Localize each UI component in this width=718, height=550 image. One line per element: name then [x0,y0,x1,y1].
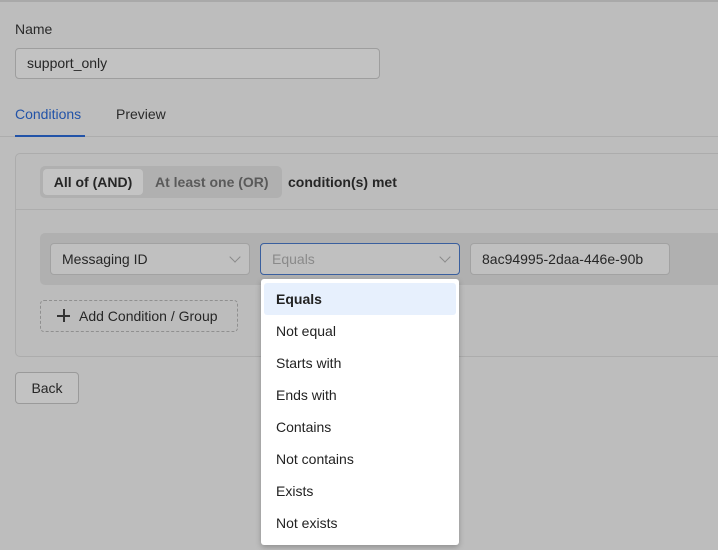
dropdown-option-contains[interactable]: Contains [264,411,456,443]
card-divider [16,209,718,210]
add-condition-label: Add Condition / Group [79,308,218,324]
plus-icon [57,309,70,322]
dropdown-option-ends-with[interactable]: Ends with [264,379,456,411]
logic-suffix-label: condition(s) met [288,174,397,190]
operator-dropdown-menu: Equals Not equal Starts with Ends with C… [261,279,459,545]
name-label: Name [15,21,53,37]
back-button[interactable]: Back [15,372,79,404]
name-input[interactable]: support_only [15,48,380,79]
dropdown-option-not-exists[interactable]: Not exists [264,507,456,539]
value-input[interactable]: 8ac94995-2daa-446e-90b [470,243,670,275]
dropdown-option-not-contains[interactable]: Not contains [264,443,456,475]
dropdown-option-exists[interactable]: Exists [264,475,456,507]
dropdown-option-starts-with[interactable]: Starts with [264,347,456,379]
field-select[interactable]: Messaging ID [50,243,250,275]
add-condition-button[interactable]: Add Condition / Group [40,300,238,332]
operator-select[interactable]: Equals [260,243,460,275]
rule-editor-page: Name support_only Conditions Preview All… [0,0,718,550]
dropdown-option-equals[interactable]: Equals [264,283,456,315]
field-select-value: Messaging ID [62,251,148,267]
tab-preview[interactable]: Preview [116,106,166,137]
logic-or-option[interactable]: At least one (OR) [155,169,269,195]
dropdown-option-not-equal[interactable]: Not equal [264,315,456,347]
logic-and-option[interactable]: All of (AND) [43,169,143,195]
chevron-down-icon [229,251,241,263]
tab-bar: Conditions Preview [0,98,718,137]
chevron-down-icon [439,251,451,263]
operator-select-placeholder: Equals [272,251,315,267]
tab-conditions[interactable]: Conditions [15,106,85,137]
